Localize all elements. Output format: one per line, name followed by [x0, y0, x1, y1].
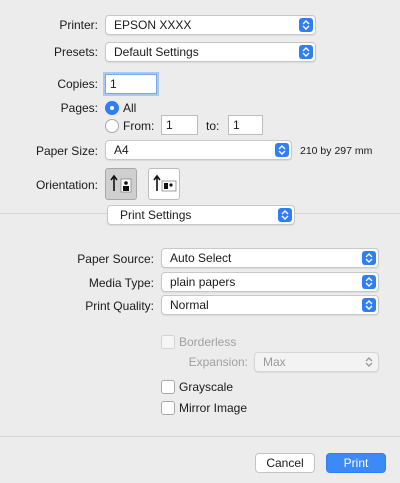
- presets-label: Presets:: [53, 45, 98, 59]
- cancel-button[interactable]: Cancel: [255, 453, 315, 473]
- paper-size-value: A4: [114, 143, 129, 157]
- chevron-updown-icon: [275, 143, 289, 157]
- printer-value: EPSON XXXX: [114, 18, 192, 32]
- pages-all-radio[interactable]: [105, 101, 119, 115]
- print-quality-popup[interactable]: Normal: [161, 295, 379, 315]
- media-type-label: Media Type:: [88, 276, 154, 290]
- media-type-popup[interactable]: plain papers: [161, 272, 379, 292]
- orientation-landscape-button[interactable]: [148, 168, 180, 200]
- print-settings-menu[interactable]: Print Settings: [107, 205, 295, 225]
- pages-from-radio[interactable]: [105, 119, 119, 133]
- pages-from-label: From:: [123, 119, 155, 133]
- paper-size-popup[interactable]: A4: [105, 140, 292, 160]
- chevron-updown-icon: [299, 45, 313, 59]
- chevron-updown-icon: [362, 251, 376, 265]
- landscape-icon: [153, 174, 177, 192]
- chevron-updown-icon: [362, 275, 376, 289]
- paper-source-popup[interactable]: Auto Select: [161, 248, 379, 268]
- presets-value: Default Settings: [114, 45, 199, 59]
- grayscale-label: Grayscale: [179, 380, 234, 394]
- borderless-label: Borderless: [179, 335, 237, 349]
- print-quality-label: Print Quality:: [85, 299, 154, 313]
- printer-label: Printer:: [59, 18, 98, 32]
- mirror-image-label: Mirror Image: [179, 401, 248, 415]
- pages-to-label: to:: [206, 119, 220, 133]
- chevron-updown-icon: [278, 208, 292, 222]
- orientation-portrait-button[interactable]: [105, 168, 137, 200]
- paper-size-label: Paper Size:: [35, 144, 98, 158]
- chevron-updown-icon: [362, 355, 376, 369]
- print-settings-value: Print Settings: [120, 208, 192, 222]
- pages-label: Pages:: [60, 101, 98, 115]
- pages-all-label: All: [123, 101, 137, 115]
- copies-field[interactable]: 1: [105, 74, 157, 94]
- media-type-value: plain papers: [170, 275, 236, 289]
- copies-label: Copies:: [57, 77, 98, 91]
- chevron-updown-icon: [362, 298, 376, 312]
- orientation-label: Orientation:: [35, 178, 98, 192]
- separator: [0, 436, 400, 437]
- portrait-icon: [110, 174, 132, 193]
- grayscale-checkbox[interactable]: [161, 380, 175, 394]
- mirror-image-checkbox[interactable]: [161, 401, 175, 415]
- pages-to-field[interactable]: 1: [228, 115, 263, 135]
- paper-source-label: Paper Source:: [77, 252, 154, 266]
- presets-popup[interactable]: Default Settings: [105, 42, 316, 62]
- printer-popup[interactable]: EPSON XXXX: [105, 15, 316, 35]
- print-quality-value: Normal: [170, 298, 209, 312]
- paper-source-value: Auto Select: [170, 251, 232, 265]
- borderless-checkbox[interactable]: [161, 335, 175, 349]
- expansion-value: Max: [263, 355, 286, 369]
- paper-size-dimensions: 210 by 297 mm: [300, 145, 373, 157]
- print-button[interactable]: Print: [326, 453, 386, 473]
- chevron-updown-icon: [299, 18, 313, 32]
- expansion-popup[interactable]: Max: [254, 352, 379, 372]
- pages-from-field[interactable]: 1: [161, 115, 198, 135]
- expansion-label: Expansion:: [188, 355, 248, 369]
